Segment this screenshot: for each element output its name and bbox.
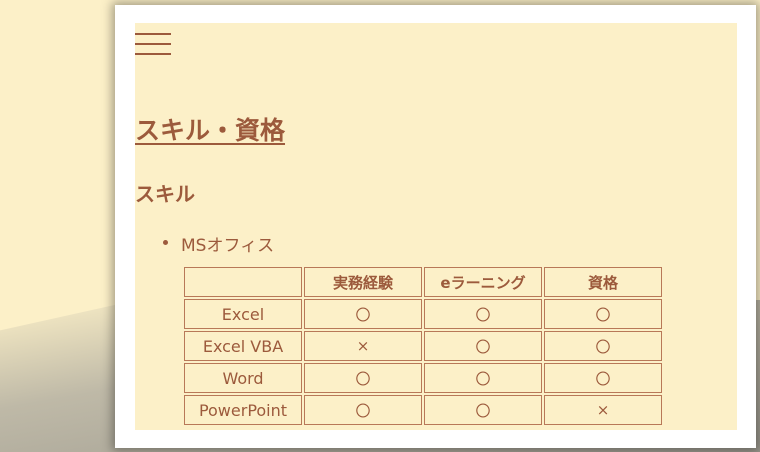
table-header-cell: eラーニング	[424, 267, 542, 297]
web-page: スキル・資格 スキル MSオフィス 実務経験 eラーニング 資格 Excel 〇…	[135, 23, 737, 430]
table-header-cell: 資格	[544, 267, 662, 297]
table-header-row: 実務経験 eラーニング 資格	[184, 267, 662, 297]
table-header-cell	[184, 267, 302, 297]
table-cell-mark: 〇	[544, 299, 662, 329]
table-row: Excel VBA × 〇 〇	[184, 331, 662, 361]
table-cell-skill: Excel	[184, 299, 302, 329]
screenshot-stage: スキル・資格 スキル MSオフィス 実務経験 eラーニング 資格 Excel 〇…	[0, 0, 760, 452]
table-cell-skill: PowerPoint	[184, 395, 302, 425]
section-title-skills: スキル	[135, 182, 195, 206]
list-bullet	[163, 240, 168, 245]
table-cell-skill: Word	[184, 363, 302, 393]
table-header-cell: 実務経験	[304, 267, 422, 297]
table-row: PowerPoint 〇 〇 ×	[184, 395, 662, 425]
table-cell-mark: 〇	[424, 363, 542, 393]
table-cell-mark: 〇	[424, 299, 542, 329]
table-cell-mark: ×	[304, 331, 422, 361]
table-row: Excel 〇 〇 〇	[184, 299, 662, 329]
list-item-ms-office: MSオフィス	[181, 236, 275, 256]
table-cell-mark: 〇	[544, 363, 662, 393]
skill-table: 実務経験 eラーニング 資格 Excel 〇 〇 〇 Excel VBA × 〇…	[182, 265, 664, 427]
hamburger-menu-icon[interactable]	[135, 33, 173, 57]
table-cell-mark: 〇	[304, 299, 422, 329]
menu-bar-middle	[135, 43, 171, 45]
table-cell-skill: Excel VBA	[184, 331, 302, 361]
table-cell-mark: 〇	[424, 395, 542, 425]
image-frame: スキル・資格 スキル MSオフィス 実務経験 eラーニング 資格 Excel 〇…	[115, 5, 756, 448]
table-cell-mark: 〇	[304, 363, 422, 393]
table-row: Word 〇 〇 〇	[184, 363, 662, 393]
table-cell-mark: 〇	[304, 395, 422, 425]
menu-bar-top	[135, 33, 171, 35]
table-cell-mark: ×	[544, 395, 662, 425]
menu-bar-bottom	[135, 53, 171, 55]
page-title[interactable]: スキル・資格	[135, 111, 285, 147]
table-cell-mark: 〇	[544, 331, 662, 361]
table-cell-mark: 〇	[424, 331, 542, 361]
